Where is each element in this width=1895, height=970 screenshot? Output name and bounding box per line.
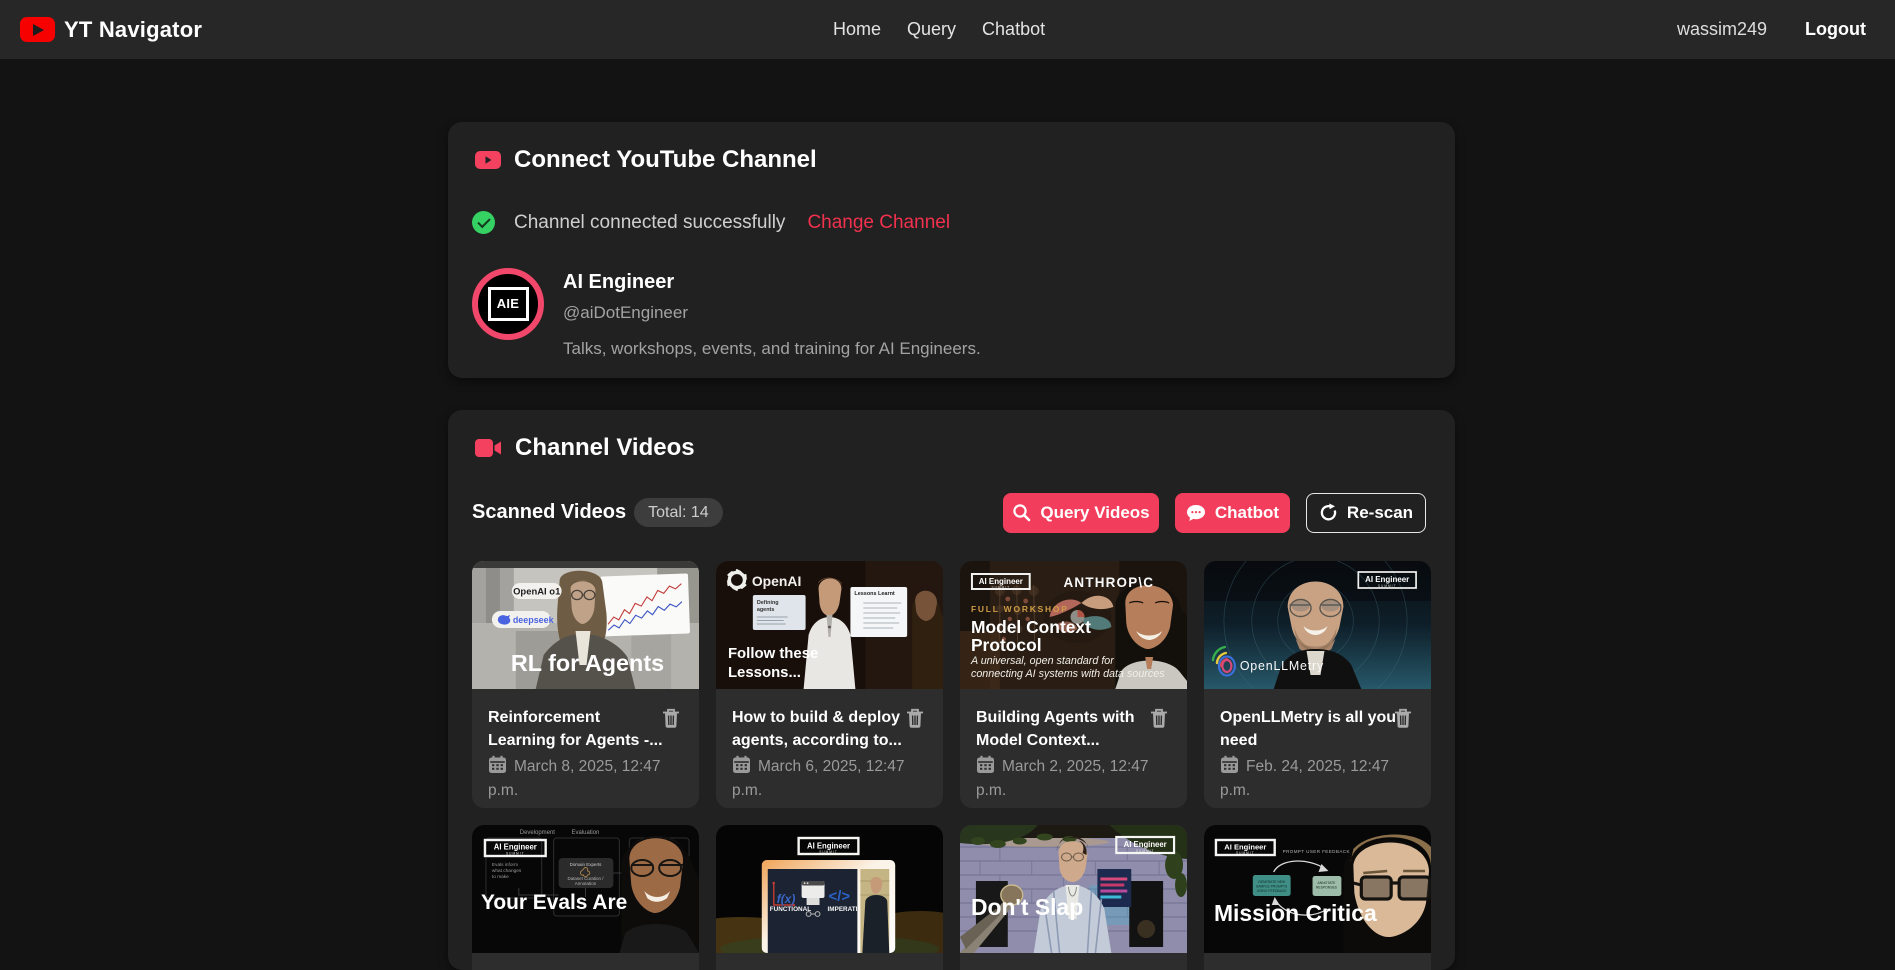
svg-text:SUMMIT: SUMMIT xyxy=(1378,583,1397,587)
svg-text:Don't Slap: Don't Slap xyxy=(971,893,1083,919)
svg-text:OpenAI: OpenAI xyxy=(752,572,802,588)
svg-text:ANNOTATE: ANNOTATE xyxy=(1318,880,1337,884)
svg-text:Defining: Defining xyxy=(757,599,779,605)
svg-text:Lessons Learnt: Lessons Learnt xyxy=(854,590,895,596)
svg-text:Lessons...: Lessons... xyxy=(728,663,801,680)
svg-text:SUMMIT: SUMMIT xyxy=(506,851,525,855)
svg-text:A universal, open standard for: A universal, open standard for xyxy=(970,654,1114,666)
svg-text:to make: to make xyxy=(492,873,509,879)
svg-text:AI Engineer: AI Engineer xyxy=(1224,842,1266,851)
svg-text:Development: Development xyxy=(520,829,555,835)
svg-text:AI Engineer: AI Engineer xyxy=(494,842,537,851)
svg-text:RL for Agents: RL for Agents xyxy=(511,649,664,675)
svg-text:AI Engineer: AI Engineer xyxy=(807,841,850,850)
svg-text:SUMMIT: SUMMIT xyxy=(1236,851,1255,855)
svg-text:what changes: what changes xyxy=(492,867,522,873)
svg-text:PROMPT USER FEEDBACK: PROMPT USER FEEDBACK xyxy=(1283,848,1350,853)
svg-text:</>: </> xyxy=(829,887,851,904)
svg-text:Evals inform: Evals inform xyxy=(492,861,518,867)
svg-text:RESPONSES: RESPONSES xyxy=(1316,885,1338,889)
svg-text:connecting AI systems with dat: connecting AI systems with data sources xyxy=(971,667,1165,679)
svg-text:SUMMIT: SUMMIT xyxy=(819,850,838,854)
svg-text:deepseek: deepseek xyxy=(513,614,554,624)
svg-text:SUMMIT: SUMMIT xyxy=(1136,848,1155,852)
svg-text:OpenAI o1: OpenAI o1 xyxy=(513,586,560,597)
svg-text:OpenLLMetry: OpenLLMetry xyxy=(1240,658,1324,672)
svg-text:FULL WORKSHOP: FULL WORKSHOP xyxy=(971,603,1069,613)
svg-text:ANTHROP\C: ANTHROP\C xyxy=(1064,574,1155,589)
svg-text:SAMPLE PROMPTS: SAMPLE PROMPTS xyxy=(1256,884,1288,888)
svg-text:SUMMIT: SUMMIT xyxy=(992,585,1011,589)
svg-text:agents: agents xyxy=(757,606,775,612)
svg-text:Your Evals Are: Your Evals Are xyxy=(481,890,627,913)
svg-text:Mission Critica: Mission Critica xyxy=(1214,899,1377,925)
svg-text:USING FEEDBACK: USING FEEDBACK xyxy=(1257,888,1287,892)
svg-text:Protocol: Protocol xyxy=(971,634,1042,654)
svg-text:AI Engineer: AI Engineer xyxy=(1365,574,1409,583)
svg-text:AI Engineer: AI Engineer xyxy=(1124,839,1167,848)
svg-text:Domain Experts: Domain Experts xyxy=(570,861,603,866)
svg-text:Annotation: Annotation xyxy=(575,880,597,885)
svg-text:Follow these: Follow these xyxy=(728,644,818,661)
svg-text:f(x): f(x) xyxy=(777,891,796,905)
svg-text:GENERATE NEW: GENERATE NEW xyxy=(1258,879,1286,883)
svg-text:Evaluation: Evaluation xyxy=(572,829,600,835)
